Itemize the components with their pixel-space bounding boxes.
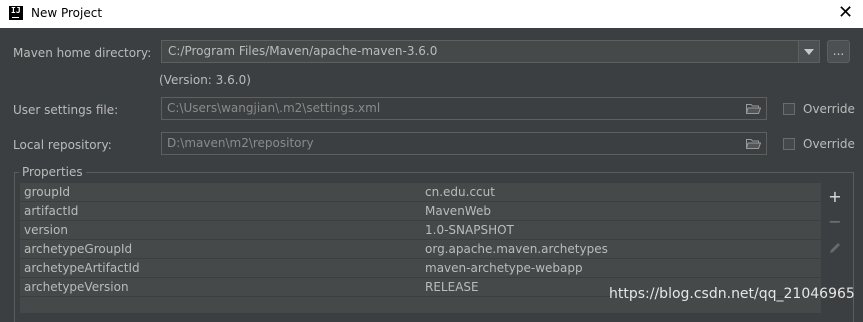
user-settings-value: C:\Users\wangjian\.m2\settings.xml (167, 101, 381, 115)
property-value: maven-archetype-webapp (425, 261, 583, 275)
local-repository-override-checkbox[interactable] (783, 138, 795, 150)
user-settings-field[interactable]: C:\Users\wangjian\.m2\settings.xml (161, 97, 767, 120)
user-settings-override-label: Override (803, 102, 855, 116)
maven-version-note: (Version: 3.6.0) (159, 73, 251, 87)
property-key: archetypeVersion (24, 280, 129, 294)
title-bar: IJ New Project ✕ (0, 0, 863, 28)
close-icon[interactable]: ✕ (838, 3, 853, 23)
window-title: New Project (31, 6, 103, 20)
property-value: MavenWeb (425, 204, 491, 218)
property-value: org.apache.maven.archetypes (425, 242, 608, 256)
table-row[interactable]: groupId cn.edu.ccut (20, 183, 821, 202)
properties-legend: Properties (19, 165, 86, 179)
dropdown-arrow-button[interactable] (798, 41, 819, 62)
property-key: archetypeGroupId (24, 242, 133, 256)
add-icon[interactable]: + (826, 188, 844, 206)
remove-icon[interactable]: − (826, 213, 844, 231)
table-row[interactable]: archetypeGroupId org.apache.maven.archety… (20, 240, 821, 259)
local-repository-override-label: Override (803, 137, 855, 151)
local-repository-value: D:\maven\m2\repository (167, 136, 314, 150)
user-settings-override-checkbox[interactable] (783, 103, 795, 115)
table-row[interactable]: artifactId MavenWeb (20, 202, 821, 221)
property-value: RELEASE (425, 280, 479, 294)
intellij-logo-icon: IJ (9, 6, 23, 20)
property-key: archetypeArtifactId (24, 261, 140, 275)
folder-icon[interactable] (746, 103, 761, 114)
table-row[interactable]: archetypeArtifactId maven-archetype-webap… (20, 259, 821, 278)
property-value: 1.0-SNAPSHOT (425, 223, 514, 237)
local-repository-field[interactable]: D:\maven\m2\repository (161, 132, 767, 155)
chevron-down-icon (804, 49, 814, 55)
property-key: artifactId (24, 204, 79, 218)
table-row[interactable]: version 1.0-SNAPSHOT (20, 221, 821, 240)
user-settings-label: User settings file: (13, 103, 119, 117)
maven-home-label: Maven home directory: (13, 46, 152, 60)
maven-home-value: C:/Program Files/Maven/apache-maven-3.6.… (168, 44, 438, 58)
property-value: cn.edu.ccut (425, 185, 495, 199)
folder-icon[interactable] (746, 138, 761, 149)
property-key: groupId (24, 185, 71, 199)
maven-home-combo[interactable]: C:/Program Files/Maven/apache-maven-3.6.… (161, 40, 820, 63)
browse-maven-home-button[interactable]: ... (827, 40, 850, 63)
local-repository-label: Local repository: (13, 138, 112, 152)
watermark-text: https://blog.csdn.net/qq_21046965 (609, 286, 855, 302)
property-key: version (24, 223, 68, 237)
edit-icon[interactable] (826, 239, 844, 257)
